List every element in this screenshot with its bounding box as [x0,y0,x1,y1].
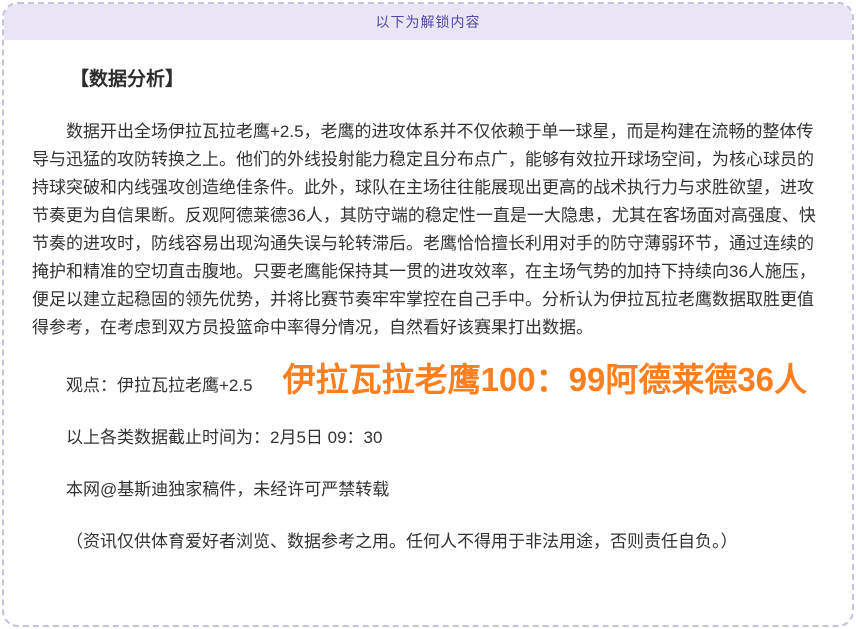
unlock-banner-label: 以下为解锁内容 [376,12,481,32]
analysis-paragraph: 数据开出全场伊拉瓦拉老鹰+2.5，老鹰的进攻体系并不仅依赖于单一球星，而是构建在… [32,118,824,342]
disclaimer-line: （资讯仅供体育爱好者浏览、数据参考之用。任何人不得用于非法用途，否则责任自负。） [32,528,824,556]
data-deadline-line: 以上各类数据截止时间为：2月5日 09：30 [32,424,824,452]
unlocked-content-panel: 以下为解锁内容 【数据分析】 数据开出全场伊拉瓦拉老鹰+2.5，老鹰的进攻体系并… [2,2,854,627]
page: 以下为解锁内容 【数据分析】 数据开出全场伊拉瓦拉老鹰+2.5，老鹰的进攻体系并… [0,0,856,629]
viewpoint-line: 观点：伊拉瓦拉老鹰+2.5伊拉瓦拉老鹰100：99阿德莱德36人 [32,366,824,400]
unlock-banner: 以下为解锁内容 [4,4,852,40]
article-content: 【数据分析】 数据开出全场伊拉瓦拉老鹰+2.5，老鹰的进攻体系并不仅依赖于单一球… [4,40,852,556]
section-heading: 【数据分析】 [32,66,824,94]
viewpoint-text: 观点：伊拉瓦拉老鹰+2.5 [66,376,253,395]
score-highlight: 伊拉瓦拉老鹰100：99阿德莱德36人 [283,361,807,398]
copyright-line: 本网@基斯迪独家稿件，未经许可严禁转载 [32,476,824,504]
